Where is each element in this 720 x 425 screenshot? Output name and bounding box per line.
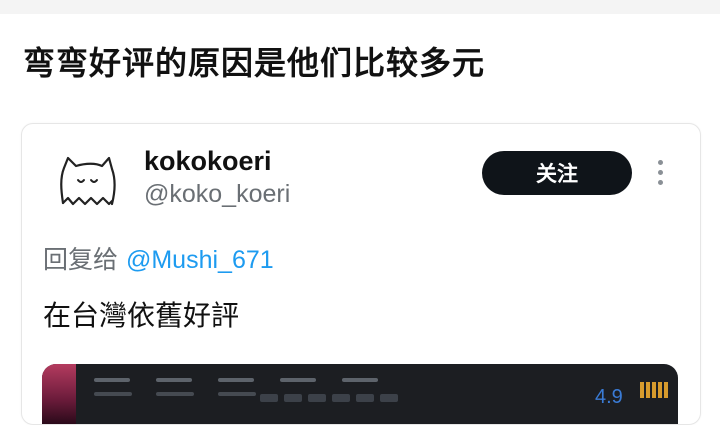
media-header-row — [94, 378, 378, 382]
attached-media-image[interactable]: 4.9 — [42, 364, 678, 424]
media-tag-row — [260, 394, 398, 402]
media-tag — [260, 394, 278, 402]
media-text-line — [218, 378, 254, 382]
media-tag — [380, 394, 398, 402]
media-text-line — [94, 378, 130, 382]
media-tag — [356, 394, 374, 402]
reply-mention-link[interactable]: @Mushi_671 — [126, 246, 274, 274]
dot — [657, 180, 663, 185]
dot — [657, 160, 663, 165]
more-options-icon[interactable] — [655, 160, 665, 190]
media-tag — [284, 394, 302, 402]
media-text-line — [156, 378, 192, 382]
dot — [657, 170, 663, 175]
user-handle[interactable]: @koko_koeri — [144, 180, 290, 209]
media-text-line — [94, 392, 132, 396]
post-title: 弯弯好评的原因是他们比较多元 — [23, 44, 486, 82]
avatar-icon[interactable] — [54, 156, 120, 210]
top-strip — [0, 0, 720, 14]
media-rating: 4.9 — [595, 386, 623, 408]
media-data-row — [94, 392, 256, 396]
rating-stars-icon — [640, 382, 670, 398]
media-poster-thumbnail — [42, 364, 76, 424]
follow-button[interactable]: 关注 — [482, 151, 632, 195]
embedded-tweet-card[interactable]: kokokoeri @koko_koeri 关注 回复给 @Mushi_671 … — [21, 123, 701, 425]
media-tag — [332, 394, 350, 402]
media-tag — [308, 394, 326, 402]
reply-context: 回复给 @Mushi_671 — [43, 240, 274, 276]
media-text-line — [342, 378, 378, 382]
media-text-line — [218, 392, 256, 396]
tweet-text: 在台灣依舊好評 — [43, 299, 240, 332]
media-text-line — [156, 392, 194, 396]
display-name[interactable]: kokokoeri — [144, 146, 272, 177]
reply-prefix: 回复给 — [43, 245, 119, 274]
ghost-cat-doodle-icon — [60, 156, 116, 206]
media-text-line — [280, 378, 316, 382]
